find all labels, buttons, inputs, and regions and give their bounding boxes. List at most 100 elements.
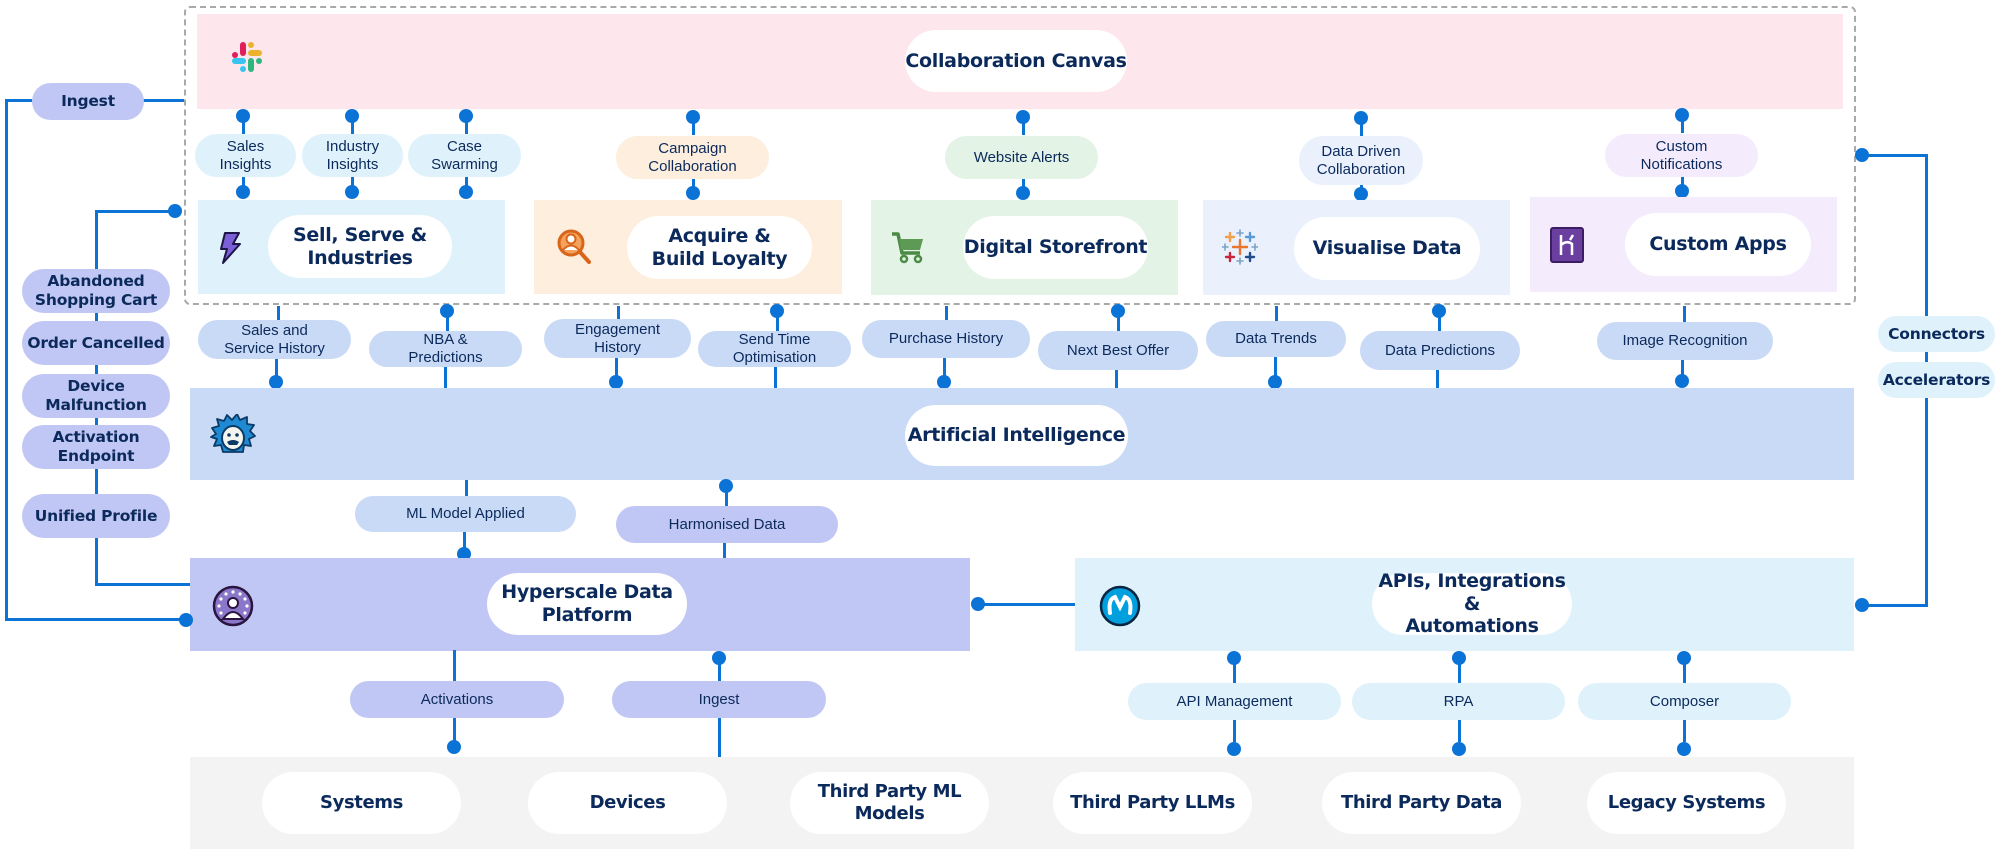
right-connectors-pill[interactable]: Connectors xyxy=(1878,316,1995,352)
connector-line xyxy=(1436,370,1439,388)
app-digital-storefront[interactable]: Digital Storefront xyxy=(963,216,1148,279)
connector-line xyxy=(1683,720,1686,742)
flow-send-time-optimisation[interactable]: Send Time Optimisation xyxy=(698,331,851,367)
connector-dot xyxy=(1452,742,1466,756)
connector-line xyxy=(725,486,728,507)
connector-line xyxy=(277,306,280,321)
flow-next-best-offer[interactable]: Next Best Offer xyxy=(1038,331,1198,370)
event-device-malfunction[interactable]: Device Malfunction xyxy=(22,374,170,418)
connector-line xyxy=(95,583,190,586)
flow-data-trends[interactable]: Data Trends xyxy=(1206,321,1346,357)
app-visualise-data[interactable]: Visualise Data xyxy=(1294,217,1480,280)
connector-dot xyxy=(269,375,283,389)
integration-label[interactable]: APIs, Integrations & Automations xyxy=(1372,570,1572,637)
right-accelerators-pill[interactable]: Accelerators xyxy=(1878,362,1995,398)
flow-rpa[interactable]: RPA xyxy=(1352,683,1565,720)
connector-line xyxy=(453,650,456,682)
flow-harmonised-data[interactable]: Harmonised Data xyxy=(616,506,838,543)
channel-sales-insights[interactable]: Sales Insights xyxy=(195,134,296,177)
channel-data-driven-collaboration[interactable]: Data Driven Collaboration xyxy=(1299,136,1423,185)
channel-custom-notifications[interactable]: Custom Notifications xyxy=(1605,134,1758,177)
connector-line xyxy=(1117,311,1120,333)
flow-nba-predictions[interactable]: NBA & Predictions xyxy=(369,331,522,367)
connector-line xyxy=(776,311,779,332)
connector-line xyxy=(978,603,1075,606)
connector-line xyxy=(1360,118,1363,136)
app-acquire-build-loyalty[interactable]: Acquire & Build Loyalty xyxy=(627,216,812,279)
connector-dot xyxy=(1677,742,1691,756)
tableau-cross-icon xyxy=(1222,229,1258,265)
connector-dot xyxy=(1016,186,1030,200)
data-cloud-person-icon xyxy=(212,585,254,627)
connector-dot xyxy=(179,613,193,627)
data-platform-label[interactable]: Hyperscale Data Platform xyxy=(487,573,687,635)
connector-line xyxy=(723,543,726,558)
connector-dot xyxy=(447,740,461,754)
app-sell-serve-industries[interactable]: Sell, Serve & Industries xyxy=(268,215,452,278)
connector-line xyxy=(444,367,447,388)
flow-activations[interactable]: Activations xyxy=(350,681,564,718)
connector-line xyxy=(5,99,8,621)
connector-line xyxy=(1862,154,1928,157)
connector-line xyxy=(351,116,354,134)
event-unified-profile[interactable]: Unified Profile xyxy=(22,494,170,538)
connector-dot xyxy=(686,186,700,200)
connector-dot xyxy=(1227,742,1241,756)
ai-label[interactable]: Artificial Intelligence xyxy=(905,405,1128,466)
source-systems[interactable]: Systems xyxy=(262,772,461,834)
source-devices[interactable]: Devices xyxy=(528,772,727,834)
connector-line xyxy=(774,367,777,388)
connector-dot xyxy=(937,375,951,389)
app-custom-apps[interactable]: Custom Apps xyxy=(1625,213,1811,276)
connector-line xyxy=(242,116,245,134)
shopping-cart-icon xyxy=(890,231,926,265)
slack-icon xyxy=(230,40,264,74)
connector-line xyxy=(1458,658,1461,683)
connector-line xyxy=(945,306,948,321)
flow-image-recognition[interactable]: Image Recognition xyxy=(1597,322,1773,360)
event-abandoned-shopping-cart[interactable]: Abandoned Shopping Cart xyxy=(22,269,170,313)
heroku-icon xyxy=(1550,227,1584,263)
connector-line xyxy=(718,718,721,758)
einstein-icon xyxy=(210,414,256,454)
flow-composer[interactable]: Composer xyxy=(1578,683,1791,720)
flow-ml-model-applied[interactable]: ML Model Applied xyxy=(355,496,576,532)
connector-line xyxy=(1683,306,1686,322)
connector-line xyxy=(5,99,32,102)
source-third-party-llms[interactable]: Third Party LLMs xyxy=(1053,772,1252,834)
flow-purchase-history[interactable]: Purchase History xyxy=(862,320,1030,358)
channel-campaign-collaboration[interactable]: Campaign Collaboration xyxy=(616,136,769,179)
channel-case-swarming[interactable]: Case Swarming xyxy=(408,134,521,177)
connector-line xyxy=(446,311,449,332)
connector-dot xyxy=(236,185,250,199)
connector-dot xyxy=(345,185,359,199)
flow-engagement-history[interactable]: Engagement History xyxy=(544,319,691,358)
left-ingest-pill[interactable]: Ingest xyxy=(32,83,144,120)
connector-line xyxy=(1438,311,1441,332)
flow-ingest-data-platform[interactable]: Ingest xyxy=(612,681,826,718)
connector-line xyxy=(1683,658,1686,683)
source-legacy-systems[interactable]: Legacy Systems xyxy=(1587,772,1786,834)
connector-line xyxy=(1233,720,1236,742)
collaboration-canvas-label[interactable]: Collaboration Canvas xyxy=(905,30,1127,92)
connector-dot xyxy=(1354,187,1368,201)
flow-sales-service-history[interactable]: Sales and Service History xyxy=(198,320,351,359)
event-order-cancelled[interactable]: Order Cancelled xyxy=(22,321,170,365)
flow-api-management[interactable]: API Management xyxy=(1128,683,1341,720)
source-third-party-data[interactable]: Third Party Data xyxy=(1322,772,1521,834)
connector-line xyxy=(692,117,695,135)
source-third-party-ml-models[interactable]: Third Party ML Models xyxy=(790,772,989,834)
connector-dot xyxy=(459,185,473,199)
channel-industry-insights[interactable]: Industry Insights xyxy=(302,134,403,177)
event-activation-endpoint[interactable]: Activation Endpoint xyxy=(22,425,170,469)
connector-line xyxy=(1022,117,1025,135)
mulesoft-icon xyxy=(1099,585,1141,627)
connector-line xyxy=(617,306,620,319)
flow-data-predictions[interactable]: Data Predictions xyxy=(1360,331,1520,370)
connector-line xyxy=(1233,658,1236,683)
connector-line xyxy=(1275,306,1278,322)
connector-line xyxy=(143,99,184,102)
person-search-icon xyxy=(556,228,592,266)
channel-website-alerts[interactable]: Website Alerts xyxy=(945,136,1098,179)
connector-line xyxy=(1681,115,1684,133)
